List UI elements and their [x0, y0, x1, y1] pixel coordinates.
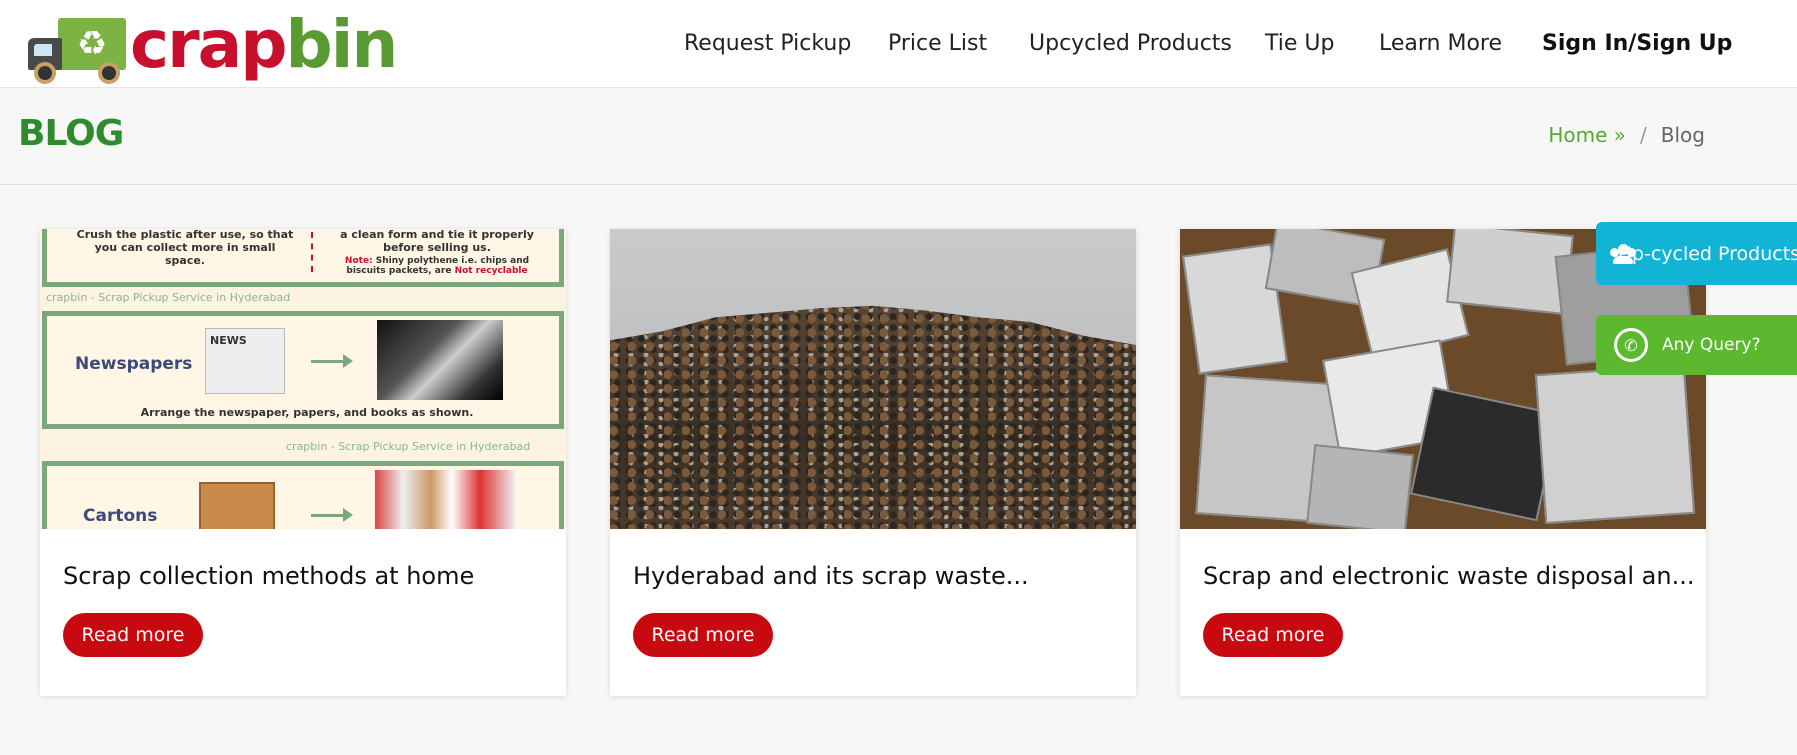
blog-card-title[interactable]: Scrap collection methods at home [63, 562, 474, 590]
blog-card-title[interactable]: Hyderabad and its scrap waste... [633, 562, 1029, 590]
read-more-button[interactable]: Read more [63, 613, 203, 657]
blog-card: Hyderabad and its scrap waste... Read mo… [610, 229, 1136, 696]
blog-card-title[interactable]: Scrap and electronic waste disposal an..… [1203, 562, 1694, 590]
blog-card: Scrap and electronic waste disposal an..… [1180, 229, 1706, 696]
nav-learn-more[interactable]: Learn More [1379, 28, 1502, 60]
nav-sign-in[interactable]: Sign In/Sign Up [1542, 28, 1732, 60]
blog-card: Crush the plastic after use, so that you… [40, 229, 566, 696]
blog-card-image[interactable]: Crush the plastic after use, so that you… [40, 229, 566, 529]
breadcrumb-current: Blog [1660, 123, 1705, 147]
nav-tie-up[interactable]: Tie Up [1265, 28, 1334, 60]
read-more-button[interactable]: Read more [1203, 613, 1343, 657]
breadcrumb: Home » / Blog [1548, 123, 1705, 147]
infographic-image: Crush the plastic after use, so that you… [40, 229, 566, 529]
page-title-bar: BLOG Home » / Blog [0, 89, 1797, 185]
nav-price-list[interactable]: Price List [888, 28, 987, 60]
breadcrumb-separator: / [1640, 123, 1647, 147]
any-query-label: Any Query? [1662, 335, 1761, 355]
blog-card-image[interactable] [610, 229, 1136, 529]
upcycled-products-label: Up-cycled Products [1618, 242, 1797, 265]
nav-upcycled-products[interactable]: Upcycled Products [1029, 28, 1232, 60]
main-nav: Request Pickup Price List Upcycled Produ… [0, 28, 1797, 60]
page-title: BLOG [18, 113, 124, 154]
read-more-button[interactable]: Read more [633, 613, 773, 657]
nav-request-pickup[interactable]: Request Pickup [684, 28, 851, 60]
header: ♻ crapbin Request Pickup Price List Upcy… [0, 0, 1797, 88]
any-query-button[interactable]: ✆ Any Query? [1596, 315, 1797, 375]
upcycled-products-button[interactable]: Up-cycled Products [1596, 222, 1797, 285]
breadcrumb-home[interactable]: Home » [1548, 123, 1626, 147]
whatsapp-icon: ✆ [1614, 328, 1648, 362]
